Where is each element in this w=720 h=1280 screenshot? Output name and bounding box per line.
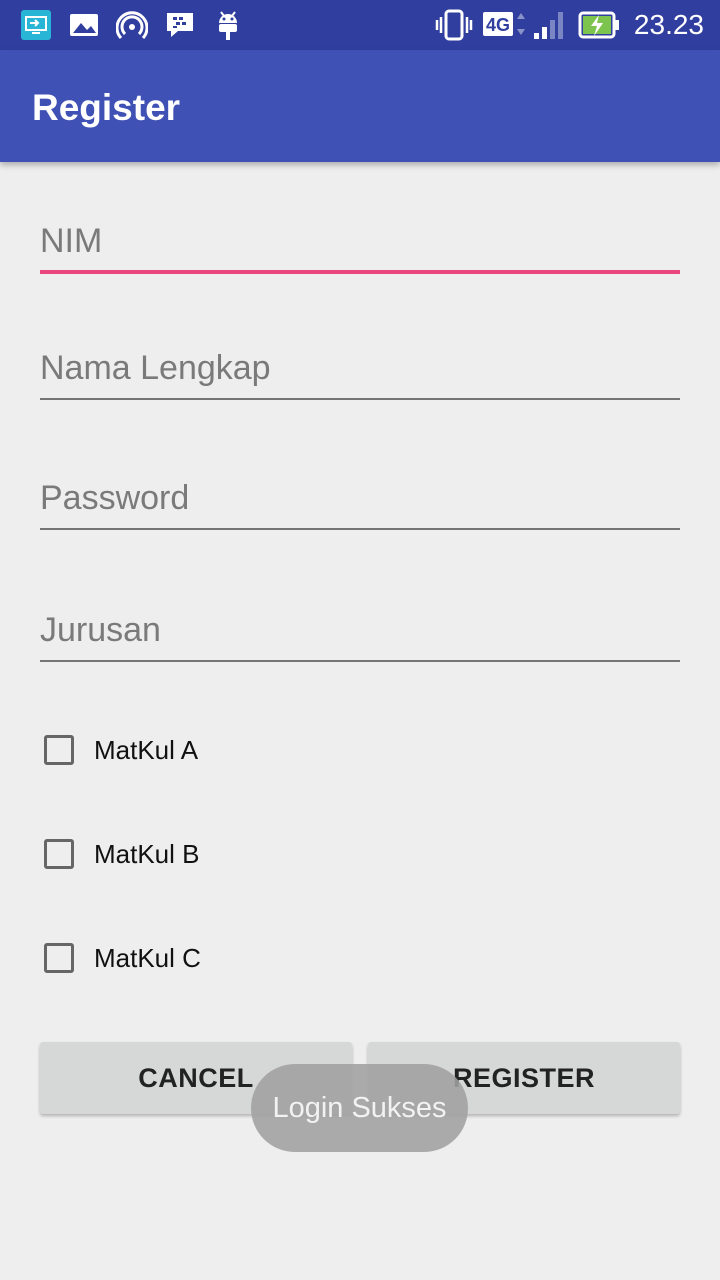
nama-lengkap-field[interactable] bbox=[40, 340, 680, 400]
password-field[interactable] bbox=[40, 470, 680, 530]
matkul-b-checkbox-row[interactable]: MatKul B bbox=[44, 834, 200, 874]
screen-cast-icon bbox=[20, 9, 52, 41]
app-bar: Register bbox=[0, 50, 720, 162]
matkul-a-checkbox[interactable] bbox=[44, 735, 74, 765]
matkul-b-label[interactable]: MatKul B bbox=[94, 839, 200, 870]
matkul-a-label[interactable]: MatKul A bbox=[94, 735, 198, 766]
hotspot-icon bbox=[116, 9, 148, 41]
matkul-c-checkbox-row[interactable]: MatKul C bbox=[44, 938, 201, 978]
signal-icon bbox=[532, 9, 568, 41]
nim-underline bbox=[40, 270, 680, 274]
android-icon bbox=[214, 9, 242, 41]
jurusan-underline bbox=[40, 660, 680, 662]
network-4g-icon: 4G bbox=[482, 9, 528, 41]
matkul-c-checkbox[interactable] bbox=[44, 943, 74, 973]
battery-charging-icon bbox=[578, 9, 620, 41]
gallery-icon bbox=[68, 9, 100, 41]
jurusan-input[interactable] bbox=[40, 602, 680, 658]
page-title: Register bbox=[32, 87, 181, 128]
vibrate-icon bbox=[434, 9, 474, 41]
matkul-a-checkbox-row[interactable]: MatKul A bbox=[44, 730, 198, 770]
nama-lengkap-underline bbox=[40, 398, 680, 400]
network-label: 4G bbox=[486, 15, 510, 35]
bbm-icon bbox=[164, 9, 196, 41]
status-bar: 4G 23.23 bbox=[0, 0, 720, 50]
nim-field[interactable] bbox=[40, 213, 680, 274]
nama-lengkap-input[interactable] bbox=[40, 340, 680, 396]
nim-input[interactable] bbox=[40, 213, 680, 269]
matkul-c-label[interactable]: MatKul C bbox=[94, 943, 201, 974]
matkul-b-checkbox[interactable] bbox=[44, 839, 74, 869]
password-underline bbox=[40, 528, 680, 530]
toast-message: Login Sukses bbox=[251, 1064, 468, 1152]
status-time: 23.23 bbox=[633, 9, 704, 40]
jurusan-field[interactable] bbox=[40, 602, 680, 662]
password-input[interactable] bbox=[40, 470, 680, 526]
